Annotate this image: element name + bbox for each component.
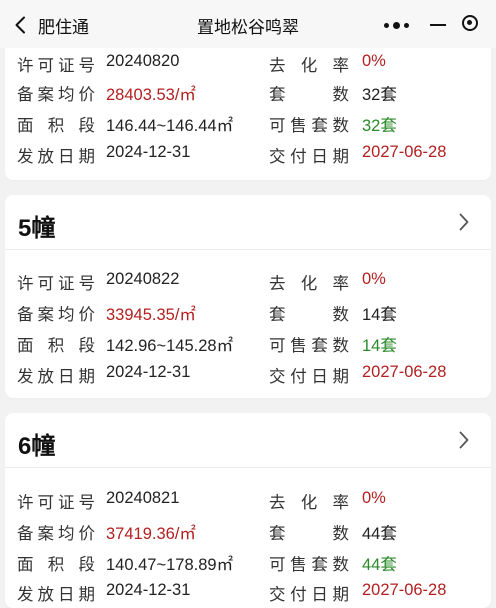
units-value: 44套 (362, 525, 397, 543)
sell-rate-value: 0% (362, 52, 386, 70)
for-sale-value: 44套 (362, 556, 397, 574)
row-dates: 发放日期 2024-12-31 交付日期 2027-06-28 (5, 363, 491, 387)
area-range-value: 146.44~146.44㎡ (106, 117, 234, 135)
units-label: 套数 (269, 525, 349, 543)
delivery-value: 2027-06-28 (362, 581, 447, 599)
row-permit: 许可证号 20240822 去化率 0% (5, 270, 491, 294)
for-sale-label: 可售套数 (269, 117, 349, 135)
avg-price-value: 28403.53/㎡ (106, 86, 196, 104)
sell-rate-label: 去化率 (269, 494, 349, 512)
permit-label: 许可证号 (17, 57, 95, 75)
row-area: 面积段 142.96~145.28㎡ 可售套数 14套 (5, 332, 491, 356)
sell-rate-value: 0% (362, 489, 386, 507)
row-price: 备案均价 33945.35/㎡ 套数 14套 (5, 301, 491, 325)
permit-label: 许可证号 (17, 275, 95, 293)
delivery-label: 交付日期 (269, 148, 349, 166)
row-area: 面积段 140.47~178.89㎡ 可售套数 44套 (5, 551, 491, 575)
more-dots-icon[interactable] (384, 22, 409, 29)
issue-date-label: 发放日期 (17, 368, 95, 386)
avg-price-label: 备案均价 (17, 306, 95, 324)
area-range-value: 140.47~178.89㎡ (106, 556, 234, 574)
area-range-label: 面积段 (17, 337, 95, 355)
chevron-right-icon[interactable] (459, 431, 469, 454)
chevron-right-icon[interactable] (459, 213, 469, 236)
area-range-label: 面积段 (17, 117, 95, 135)
permit-label: 许可证号 (17, 494, 95, 512)
for-sale-label: 可售套数 (269, 337, 349, 355)
close-target-icon[interactable] (462, 15, 478, 31)
row-permit: 许可证号 20240821 去化率 0% (5, 489, 491, 513)
for-sale-label: 可售套数 (269, 556, 349, 574)
issue-date-label: 发放日期 (17, 586, 95, 604)
issue-date-label: 发放日期 (17, 148, 95, 166)
delivery-value: 2027-06-28 (362, 363, 447, 381)
issue-date-value: 2024-12-31 (106, 581, 191, 599)
units-value: 14套 (362, 306, 397, 324)
row-dates: 发放日期 2024-12-31 交付日期 2027-06-28 (5, 581, 491, 605)
delivery-value: 2027-06-28 (362, 143, 447, 161)
building-name: 5幢 (18, 215, 56, 242)
issue-date-value: 2024-12-31 (106, 363, 191, 381)
row-permit: 许可证号 20240820 去化率 0% (5, 52, 491, 76)
units-label: 套数 (269, 306, 349, 324)
delivery-label: 交付日期 (269, 586, 349, 604)
for-sale-value: 14套 (362, 337, 397, 355)
area-range-value: 142.96~145.28㎡ (106, 337, 234, 355)
row-price: 备案均价 37419.36/㎡ 套数 44套 (5, 520, 491, 544)
building-card[interactable]: 5幢 许可证号 20240822 去化率 0% 备案均价 33945.35/㎡ … (5, 195, 491, 398)
units-value: 32套 (362, 86, 397, 104)
building-card[interactable]: 6幢 许可证号 20240821 去化率 0% 备案均价 37419.36/㎡ … (5, 413, 491, 608)
building-name: 6幢 (18, 433, 56, 460)
card-header[interactable]: 6幢 (5, 413, 491, 468)
sell-rate-value: 0% (362, 270, 386, 288)
navigation-bar: 肥住通 置地松谷鸣翠 (0, 0, 496, 48)
row-area: 面积段 146.44~146.44㎡ 可售套数 32套 (5, 112, 491, 136)
row-price: 备案均价 28403.53/㎡ 套数 32套 (5, 81, 491, 105)
avg-price-label: 备案均价 (17, 86, 95, 104)
sell-rate-label: 去化率 (269, 275, 349, 293)
sell-rate-label: 去化率 (269, 57, 349, 75)
delivery-label: 交付日期 (269, 368, 349, 386)
area-range-label: 面积段 (17, 556, 95, 574)
card-header[interactable]: 5幢 (5, 195, 491, 250)
permit-value: 20240822 (106, 270, 180, 288)
units-label: 套数 (269, 86, 349, 104)
issue-date-value: 2024-12-31 (106, 143, 191, 161)
minimize-icon[interactable] (430, 24, 446, 26)
mini-program-capsule (360, 9, 486, 41)
avg-price-value: 33945.35/㎡ (106, 306, 196, 324)
for-sale-value: 32套 (362, 117, 397, 135)
permit-value: 20240821 (106, 489, 180, 507)
row-dates: 发放日期 2024-12-31 交付日期 2027-06-28 (5, 143, 491, 167)
permit-value: 20240820 (106, 52, 180, 70)
avg-price-label: 备案均价 (17, 525, 95, 543)
avg-price-value: 37419.36/㎡ (106, 525, 196, 543)
